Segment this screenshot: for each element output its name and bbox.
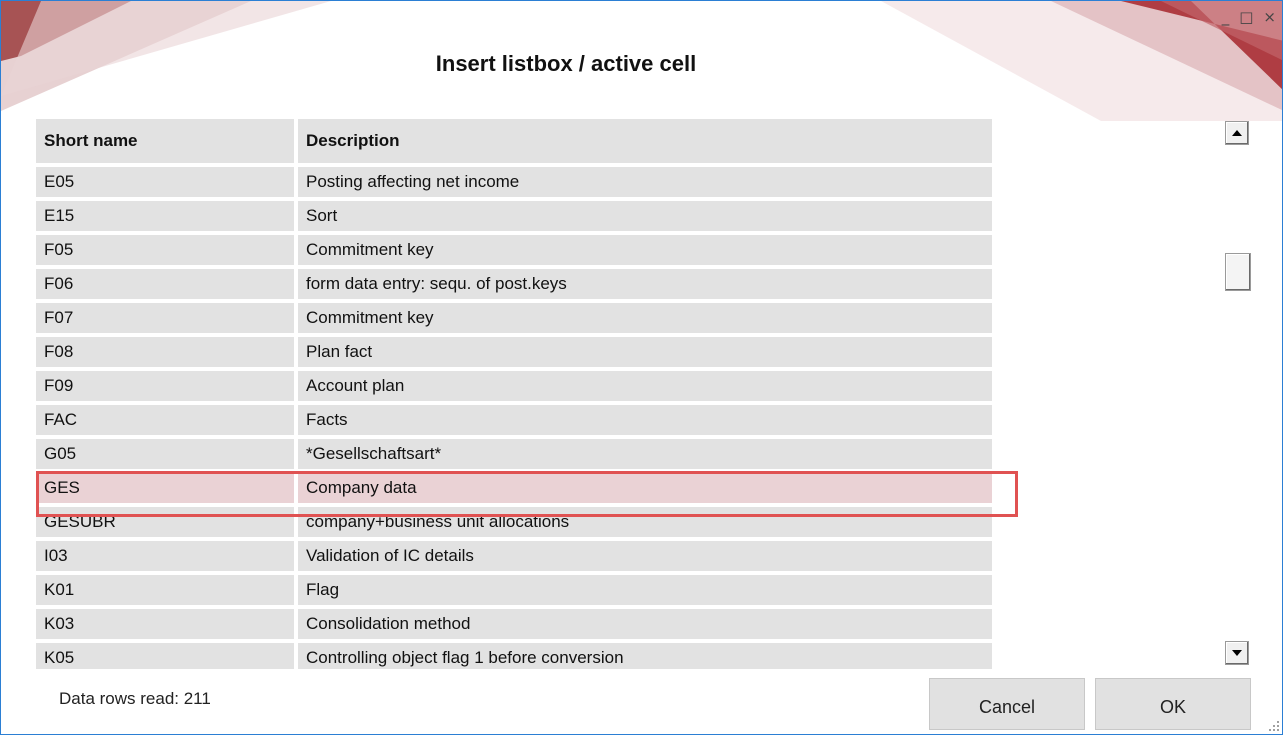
scroll-up-icon <box>1232 130 1242 136</box>
scrollbar-thumb[interactable] <box>1225 253 1251 291</box>
table-row[interactable]: I03 Validation of IC details <box>36 541 996 575</box>
table-row[interactable]: F05 Commitment key <box>36 235 996 269</box>
table-row[interactable]: F06 form data entry: sequ. of post.keys <box>36 269 996 303</box>
listbox-grid[interactable]: Short name Description E05 Posting affec… <box>36 119 996 669</box>
vertical-scrollbar[interactable] <box>1223 119 1253 667</box>
short-name-cell: F06 <box>36 269 294 299</box>
description-cell: Company data <box>298 473 992 503</box>
cancel-button-label: Cancel <box>978 696 1036 717</box>
table-row-selected[interactable]: GES Company data <box>36 473 996 507</box>
short-name-cell: F05 <box>36 235 294 265</box>
cancel-button[interactable]: Cancel <box>929 678 1085 730</box>
description-cell: Controlling object flag 1 before convers… <box>298 643 992 669</box>
description-cell: company+business unit allocations <box>298 507 992 537</box>
short-name-cell: F08 <box>36 337 294 367</box>
short-name-cell: G05 <box>36 439 294 469</box>
description-cell: Account plan <box>298 371 992 401</box>
table-row[interactable]: F09 Account plan <box>36 371 996 405</box>
table-row[interactable]: GESUBR company+business unit allocations <box>36 507 996 541</box>
table-row[interactable]: K05 Controlling object flag 1 before con… <box>36 643 996 669</box>
dialog-window: _ □ × Insert listbox / active cell Short… <box>0 0 1283 735</box>
ok-button-label: OK <box>1159 696 1186 717</box>
table-row[interactable]: K03 Consolidation method <box>36 609 996 643</box>
short-name-cell: E05 <box>36 167 294 197</box>
description-cell: form data entry: sequ. of post.keys <box>298 269 992 299</box>
table-row[interactable]: FAC Facts <box>36 405 996 439</box>
dialog-title: Insert listbox / active cell <box>435 51 697 76</box>
short-name-cell: GES <box>36 473 294 503</box>
column-header-short-name[interactable]: Short name <box>36 119 294 163</box>
short-name-cell: GESUBR <box>36 507 294 537</box>
description-cell: Sort <box>298 201 992 231</box>
short-name-cell: E15 <box>36 201 294 231</box>
description-cell: Validation of IC details <box>298 541 992 571</box>
description-cell: Facts <box>298 405 992 435</box>
table-row[interactable]: K01 Flag <box>36 575 996 609</box>
description-cell: Posting affecting net income <box>298 167 992 197</box>
short-name-cell: F07 <box>36 303 294 333</box>
resize-grip-icon[interactable] <box>1266 718 1280 732</box>
window-controls: _ □ × <box>1222 9 1276 25</box>
ok-button[interactable]: OK <box>1095 678 1251 730</box>
short-name-cell: FAC <box>36 405 294 435</box>
description-cell: Commitment key <box>298 303 992 333</box>
grid-header-row: Short name Description <box>36 119 996 167</box>
scroll-down-icon <box>1232 650 1242 656</box>
table-row[interactable]: E15 Sort <box>36 201 996 235</box>
scroll-down-button[interactable] <box>1225 641 1249 665</box>
description-cell: *Gesellschaftsart* <box>298 439 992 469</box>
maximize-icon[interactable]: □ <box>1239 9 1253 25</box>
table-row[interactable]: F07 Commitment key <box>36 303 996 337</box>
table-row[interactable]: F08 Plan fact <box>36 337 996 371</box>
short-name-cell: K01 <box>36 575 294 605</box>
column-header-description[interactable]: Description <box>298 119 992 163</box>
description-cell: Consolidation method <box>298 609 992 639</box>
description-cell: Plan fact <box>298 337 992 367</box>
short-name-cell: K03 <box>36 609 294 639</box>
status-text: Data rows read: 211 <box>59 689 211 708</box>
scroll-up-button[interactable] <box>1225 121 1249 145</box>
short-name-cell: K05 <box>36 643 294 669</box>
short-name-cell: I03 <box>36 541 294 571</box>
description-cell: Flag <box>298 575 992 605</box>
minimize-icon[interactable]: _ <box>1222 9 1230 25</box>
short-name-cell: F09 <box>36 371 294 401</box>
table-row[interactable]: E05 Posting affecting net income <box>36 167 996 201</box>
description-cell: Commitment key <box>298 235 992 265</box>
table-row[interactable]: G05 *Gesellschaftsart* <box>36 439 996 473</box>
close-icon[interactable]: × <box>1263 9 1276 25</box>
